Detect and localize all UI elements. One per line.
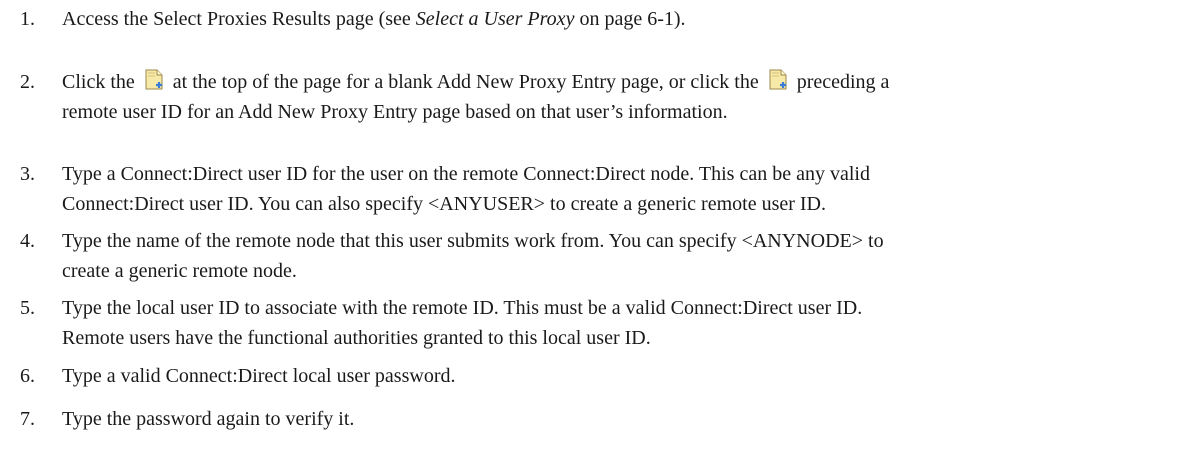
add-entry-icon[interactable] xyxy=(143,69,165,91)
procedure-steps: 1. Access the Select Proxies Results pag… xyxy=(0,0,1196,450)
step-number: 3. xyxy=(20,163,35,185)
step-text: Type the local user ID to associate with… xyxy=(62,297,863,349)
add-entry-icon[interactable] xyxy=(767,69,789,91)
step-text: Type the name of the remote node that th… xyxy=(62,230,884,282)
cross-reference-link[interactable]: Select a User Proxy xyxy=(416,8,575,30)
step-text: Access the Select Proxies Results page (… xyxy=(62,8,686,30)
step-number: 2. xyxy=(20,71,35,93)
step-number: 1. xyxy=(20,8,35,30)
step-number: 7. xyxy=(20,408,35,430)
step-text: Type the password again to verify it. xyxy=(62,408,355,430)
step-number: 4. xyxy=(20,230,35,252)
step-text: Click the at the top of the page for a b… xyxy=(62,69,890,123)
step-number: 6. xyxy=(20,365,35,387)
step-text: Type a Connect:Direct user ID for the us… xyxy=(62,163,870,215)
step-number: 5. xyxy=(20,297,35,319)
step-text: Type a valid Connect:Direct local user p… xyxy=(62,365,456,387)
